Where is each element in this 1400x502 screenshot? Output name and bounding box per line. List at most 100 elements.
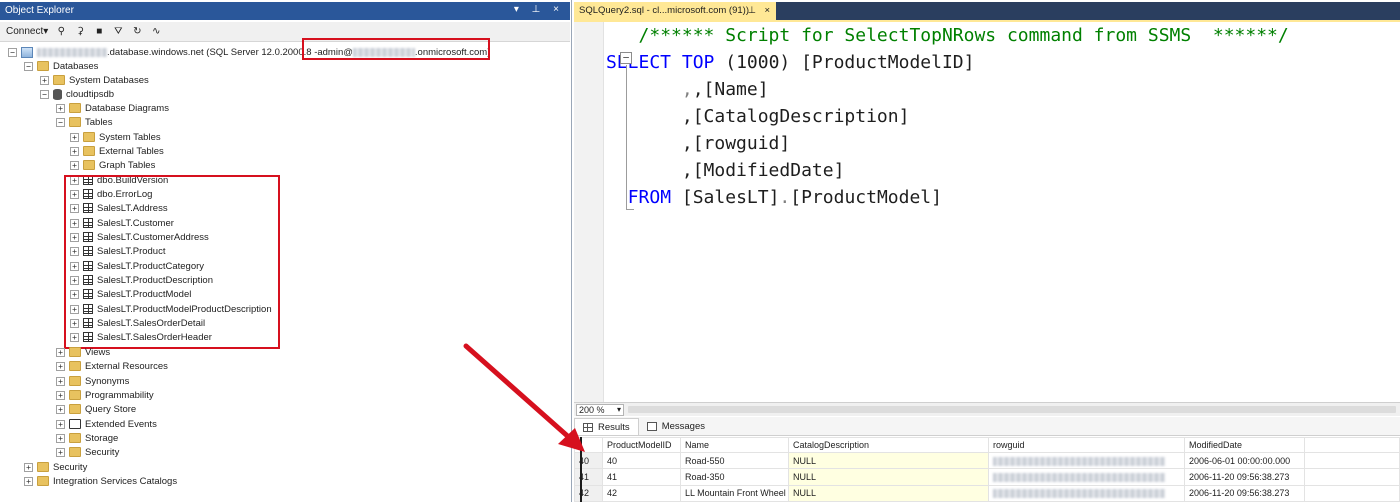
tree-node-tables[interactable]: − Tables	[56, 115, 112, 129]
collapse-icon[interactable]: −	[24, 61, 33, 71]
highlight-table-list	[64, 175, 280, 349]
cell-name[interactable]: Road-550	[680, 451, 789, 470]
horizontal-scrollbar[interactable]	[628, 406, 1396, 413]
expand-icon[interactable]: +	[70, 132, 79, 142]
tree-node-system-databases[interactable]: + System Databases	[40, 73, 149, 87]
tree-node-server-security[interactable]: + Security	[24, 460, 87, 474]
tree-node-integration-services[interactable]: + Integration Services Catalogs	[24, 474, 177, 488]
column-header[interactable]: ProductModelID	[602, 437, 681, 453]
tree-node-external-resources[interactable]: + External Resources	[56, 359, 168, 373]
cell-catalog[interactable]: NULL	[788, 484, 989, 502]
tree-node-label: Security	[53, 461, 88, 473]
expand-icon[interactable]: +	[56, 347, 65, 357]
tree-node-database-diagrams[interactable]: + Database Diagrams	[56, 101, 169, 115]
collapse-icon[interactable]: −	[56, 117, 65, 127]
cell-rowguid[interactable]	[988, 468, 1185, 486]
cell-modified[interactable]: 2006-06-01 00:00:00.000	[1184, 451, 1305, 470]
cell-productmodelid[interactable]: 42	[602, 484, 681, 502]
tab-sqlquery2[interactable]: SQLQuery2.sql - cl...microsoft.com (91))…	[574, 2, 776, 20]
tree-node-query-store[interactable]: + Query Store	[56, 402, 136, 416]
column-header[interactable]: ModifiedDate	[1184, 437, 1305, 453]
folder-icon	[83, 146, 95, 156]
expand-icon[interactable]: +	[56, 103, 65, 113]
folder-icon	[37, 476, 49, 486]
expand-icon[interactable]: +	[56, 419, 65, 429]
tree-node-programmability[interactable]: + Programmability	[56, 388, 154, 402]
column-header[interactable]: Name	[680, 437, 789, 453]
code-line-select: SELECT TOP (1000) [ProductModelID]	[606, 49, 1396, 76]
table-row[interactable]: 40 40 Road-550 NULL 2006-06-01 00:00:00.…	[574, 451, 1400, 470]
tab-messages[interactable]: Messages	[639, 418, 713, 435]
tree-node-db-security[interactable]: + Security	[56, 445, 119, 459]
cell-name[interactable]: Road-350	[680, 468, 789, 486]
stop-icon[interactable]: ■	[93, 26, 105, 37]
tree-node-extended-events[interactable]: + Extended Events	[56, 417, 157, 431]
expand-icon[interactable]: +	[56, 433, 65, 443]
code-line: ,[ModifiedDate]	[606, 157, 1396, 184]
panel-window-buttons[interactable]: ▾ ⊥ ×	[514, 4, 564, 15]
table-row[interactable]: 41 41 Road-350 NULL 2006-11-20 09:56:38.…	[574, 468, 1400, 486]
row-number[interactable]: 40	[574, 451, 603, 470]
cell-modified[interactable]: 2006-11-20 09:56:38.273	[1184, 484, 1305, 502]
cell-modified[interactable]: 2006-11-20 09:56:38.273	[1184, 468, 1305, 486]
object-explorer-title-bar: Object Explorer ▾ ⊥ ×	[0, 2, 570, 20]
tab-results[interactable]: Results	[574, 418, 639, 435]
sql-code-editor[interactable]: /****** Script for SelectTopNRows comman…	[606, 22, 1396, 402]
tree-node-synonyms[interactable]: + Synonyms	[56, 374, 129, 388]
expand-icon[interactable]: +	[56, 404, 65, 414]
cell-rowguid[interactable]	[988, 484, 1185, 502]
cell-productmodelid[interactable]: 41	[602, 468, 681, 486]
grid-filler	[1304, 437, 1400, 453]
disconnect-plug-icon[interactable]: ⚳	[74, 26, 86, 37]
expand-icon[interactable]: +	[24, 462, 33, 472]
sql-keyword-select: SELECT	[606, 52, 672, 73]
expand-icon[interactable]: +	[70, 146, 79, 156]
tree-node-databases[interactable]: − Databases	[24, 59, 98, 73]
cell-rowguid[interactable]	[988, 451, 1185, 470]
code-line-comment: /****** Script for SelectTopNRows comman…	[606, 22, 1396, 49]
expand-icon[interactable]: +	[40, 75, 49, 85]
expand-icon[interactable]: +	[56, 376, 65, 386]
row-number[interactable]: 41	[574, 468, 603, 486]
grid-filler	[1304, 468, 1400, 486]
activity-monitor-icon[interactable]: ∿	[150, 26, 162, 37]
cell-name[interactable]: LL Mountain Front Wheel	[680, 484, 789, 502]
filter-icon[interactable]: ⛛	[112, 26, 124, 37]
tree-node-graph-tables[interactable]: + Graph Tables	[70, 158, 155, 172]
tree-node-storage[interactable]: + Storage	[56, 431, 118, 445]
row-number[interactable]: 42	[574, 484, 603, 502]
column-header[interactable]: rowguid	[988, 437, 1185, 453]
pin-icon[interactable]: ⊥	[748, 5, 756, 16]
tree-node-system-tables[interactable]: + System Tables	[70, 130, 161, 144]
folder-icon	[69, 117, 81, 127]
grid-corner[interactable]	[574, 437, 603, 453]
folder-icon	[69, 361, 81, 371]
table-row[interactable]: 42 42 LL Mountain Front Wheel NULL 2006-…	[574, 484, 1400, 502]
tree-node-label: Storage	[85, 432, 119, 444]
chevron-down-icon: ▾	[43, 26, 49, 37]
cell-productmodelid[interactable]: 40	[602, 451, 681, 470]
connect-plug-icon[interactable]: ⚲	[55, 26, 67, 37]
expand-icon[interactable]: +	[24, 476, 33, 486]
collapse-icon[interactable]: −	[8, 47, 17, 57]
expand-icon[interactable]: +	[56, 361, 65, 371]
tree-node-external-tables[interactable]: + External Tables	[70, 144, 164, 158]
tree-node-views[interactable]: + Views	[56, 345, 110, 359]
tree-node-label: Tables	[85, 116, 113, 128]
column-header[interactable]: CatalogDescription	[788, 437, 989, 453]
expand-icon[interactable]: +	[70, 160, 79, 170]
redacted-guid	[993, 456, 1165, 466]
close-icon[interactable]: ×	[764, 5, 770, 16]
tree-node-database[interactable]: − cloudtipsdb	[40, 87, 114, 101]
expand-icon[interactable]: +	[56, 390, 65, 400]
expand-icon[interactable]: +	[56, 447, 65, 457]
connect-button[interactable]: Connect▾	[6, 26, 48, 37]
cell-catalog[interactable]: NULL	[788, 468, 989, 486]
outline-collapse-icon[interactable]: −	[620, 52, 632, 64]
cell-catalog[interactable]: NULL	[788, 451, 989, 470]
sql-column: ,[CatalogDescription]	[681, 106, 910, 127]
refresh-icon[interactable]: ↻	[131, 26, 143, 37]
zoom-select[interactable]: 200 % ▾	[576, 404, 624, 416]
collapse-icon[interactable]: −	[40, 89, 49, 99]
code-line: ,[rowguid]	[606, 130, 1396, 157]
